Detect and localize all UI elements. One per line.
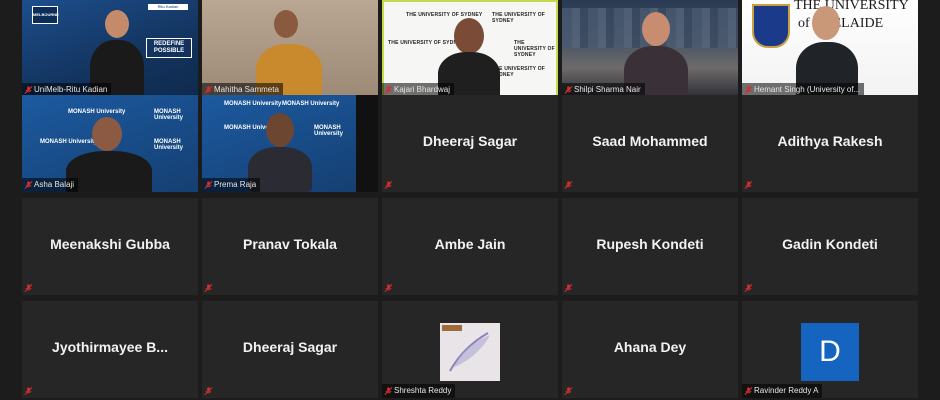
microphone-muted-icon bbox=[564, 86, 573, 94]
sydney-logo: THE UNIVERSITY OF SYDNEY bbox=[406, 12, 483, 18]
microphone-muted-icon bbox=[744, 284, 753, 292]
participant-tile-asha-balaji[interactable]: MONASH University MONASH University MONA… bbox=[22, 95, 198, 192]
participant-name: UniMelb-Ritu Kadian bbox=[34, 85, 108, 94]
participant-name-center: Gadin Kondeti bbox=[782, 236, 878, 252]
participant-video-face bbox=[266, 113, 294, 147]
name-card: Ritu Kadian bbox=[148, 4, 188, 10]
microphone-muted-icon bbox=[744, 181, 753, 189]
participant-video-body bbox=[66, 151, 152, 192]
microphone-muted-icon bbox=[564, 284, 573, 292]
microphone-muted-icon bbox=[384, 181, 393, 189]
participant-name-center: Ambe Jain bbox=[434, 236, 506, 252]
microphone-muted-icon bbox=[744, 86, 753, 94]
adelaide-crest bbox=[752, 4, 790, 48]
participant-tile-rupesh-kondeti[interactable]: Rupesh Kondeti bbox=[562, 198, 738, 295]
participant-tile-jyothirmayee[interactable]: Jyothirmayee B... bbox=[22, 301, 198, 398]
microphone-muted-icon bbox=[564, 181, 573, 189]
monash-logo: MONASH University bbox=[154, 109, 184, 121]
participant-name: Hemant Singh (University of... bbox=[754, 85, 861, 94]
participant-video-face bbox=[454, 18, 484, 54]
monash-logo: MONASH University bbox=[314, 125, 344, 137]
participant-tile-mahitha-sammeta[interactable]: Mahitha Sammeta bbox=[202, 0, 378, 97]
participant-name-center: Dheeraj Sagar bbox=[242, 339, 338, 355]
participant-name-center: Saad Mohammed bbox=[592, 133, 708, 149]
monash-logo: MONASH University bbox=[154, 139, 184, 151]
sydney-logo: THE UNIVERSITY OF SYDNEY bbox=[514, 40, 555, 58]
participant-name: Shilpi Sharma Nair bbox=[574, 85, 641, 94]
microphone-muted-icon bbox=[204, 284, 213, 292]
participant-tile-ambe-jain[interactable]: Ambe Jain bbox=[382, 198, 558, 295]
microphone-muted-icon bbox=[744, 387, 753, 395]
participant-tile-shilpi-sharma-nair[interactable]: Shilpi Sharma Nair bbox=[562, 0, 738, 97]
sydney-logo: THE UNIVERSITY OF SYDNEY bbox=[492, 12, 546, 24]
participant-name: Shreshta Reddy bbox=[394, 386, 452, 395]
feather-sketch-icon bbox=[442, 325, 490, 372]
avatar-initial: D bbox=[801, 323, 859, 381]
microphone-muted-icon bbox=[204, 387, 213, 395]
monash-logo: MONASH University bbox=[282, 101, 340, 107]
sydney-logo: THE UNIVERSITY OF SYDNEY bbox=[492, 66, 546, 78]
participant-tile-ritu-kadian[interactable]: MELBOURNE Ritu Kadian REDEFINE POSSIBLE … bbox=[22, 0, 198, 97]
participant-name: Ravinder Reddy A bbox=[754, 386, 819, 395]
participant-name: Kajari Bhardwaj bbox=[394, 85, 451, 94]
participant-name-center: Meenakshi Gubba bbox=[50, 236, 170, 252]
participant-tile-shreshta-reddy[interactable]: Shreshta Reddy bbox=[382, 301, 558, 398]
participant-name-center: Ahana Dey bbox=[613, 339, 687, 355]
microphone-muted-icon bbox=[384, 387, 393, 395]
microphone-muted-icon bbox=[564, 387, 573, 395]
participant-tile-adithya-rakesh[interactable]: Adithya Rakesh bbox=[742, 95, 918, 192]
adelaide-wordmark-line1: THE UNIVERSITY bbox=[794, 0, 909, 13]
adelaide-wordmark-line2: of ADELAIDE bbox=[798, 16, 884, 31]
sydney-logo: THE UNIVERSITY OF SYDNEY bbox=[388, 40, 465, 46]
microphone-muted-icon bbox=[204, 86, 213, 94]
participant-name: Mahitha Sammeta bbox=[214, 85, 279, 94]
melbourne-logo: MELBOURNE bbox=[32, 6, 59, 24]
participant-video-face bbox=[812, 6, 840, 40]
microphone-muted-icon bbox=[24, 86, 33, 94]
monash-logo: MONASH University bbox=[224, 101, 282, 107]
participant-name-center: Pranav Tokala bbox=[243, 236, 337, 252]
participant-video-face bbox=[642, 12, 670, 46]
participant-name-label: Asha Balaji bbox=[22, 178, 79, 192]
monash-logo: MONASH University bbox=[68, 109, 126, 115]
microphone-muted-icon bbox=[24, 284, 33, 292]
profile-picture bbox=[440, 323, 500, 381]
participant-video-face bbox=[92, 117, 122, 151]
participant-name-label: Shreshta Reddy bbox=[382, 384, 456, 398]
redefine-possible-banner: REDEFINE POSSIBLE bbox=[146, 38, 192, 58]
participant-name: Asha Balaji bbox=[34, 180, 75, 189]
participant-tile-saad-mohammed[interactable]: Saad Mohammed bbox=[562, 95, 738, 192]
participant-name-center: Rupesh Kondeti bbox=[596, 236, 704, 252]
participant-name-center: Dheeraj Sagar bbox=[422, 133, 518, 149]
participant-name-center: Adithya Rakesh bbox=[777, 133, 883, 149]
participant-name-label: Ravinder Reddy A bbox=[742, 384, 823, 398]
participant-tile-kajari-bhardwaj[interactable]: THE UNIVERSITY OF SYDNEY THE UNIVERSITY … bbox=[382, 0, 558, 97]
participant-tile-dheeraj-sagar[interactable]: Dheeraj Sagar bbox=[382, 95, 558, 192]
microphone-muted-icon bbox=[24, 387, 33, 395]
participant-tile-pranav-tokala[interactable]: Pranav Tokala bbox=[202, 198, 378, 295]
microphone-muted-icon bbox=[384, 86, 393, 94]
participant-video-face bbox=[105, 10, 129, 38]
participant-name-label: Prema Raja bbox=[202, 178, 261, 192]
participant-tile-meenakshi-gubba[interactable]: Meenakshi Gubba bbox=[22, 198, 198, 295]
participant-tile-ravinder-reddy[interactable]: D Ravinder Reddy A bbox=[742, 301, 918, 398]
participant-tile-prema-raja[interactable]: MONASH University MONASH University MONA… bbox=[202, 95, 378, 192]
participant-video-face bbox=[274, 10, 298, 38]
participant-tile-dheeraj-sagar-2[interactable]: Dheeraj Sagar bbox=[202, 301, 378, 398]
participant-name-center: Jyothirmayee B... bbox=[52, 339, 168, 355]
participant-name: Prema Raja bbox=[214, 180, 257, 189]
microphone-muted-icon bbox=[24, 181, 33, 189]
microphone-muted-icon bbox=[384, 284, 393, 292]
participant-tile-ahana-dey[interactable]: Ahana Dey bbox=[562, 301, 738, 398]
monash-logo: MONASH University bbox=[40, 139, 98, 145]
microphone-muted-icon bbox=[204, 181, 213, 189]
meeting-gallery-grid: MELBOURNE Ritu Kadian REDEFINE POSSIBLE … bbox=[0, 0, 940, 400]
participant-tile-hemant-singh[interactable]: THE UNIVERSITY of ADELAIDE Hemant Singh … bbox=[742, 0, 918, 97]
participant-tile-gadin-kondeti[interactable]: Gadin Kondeti bbox=[742, 198, 918, 295]
